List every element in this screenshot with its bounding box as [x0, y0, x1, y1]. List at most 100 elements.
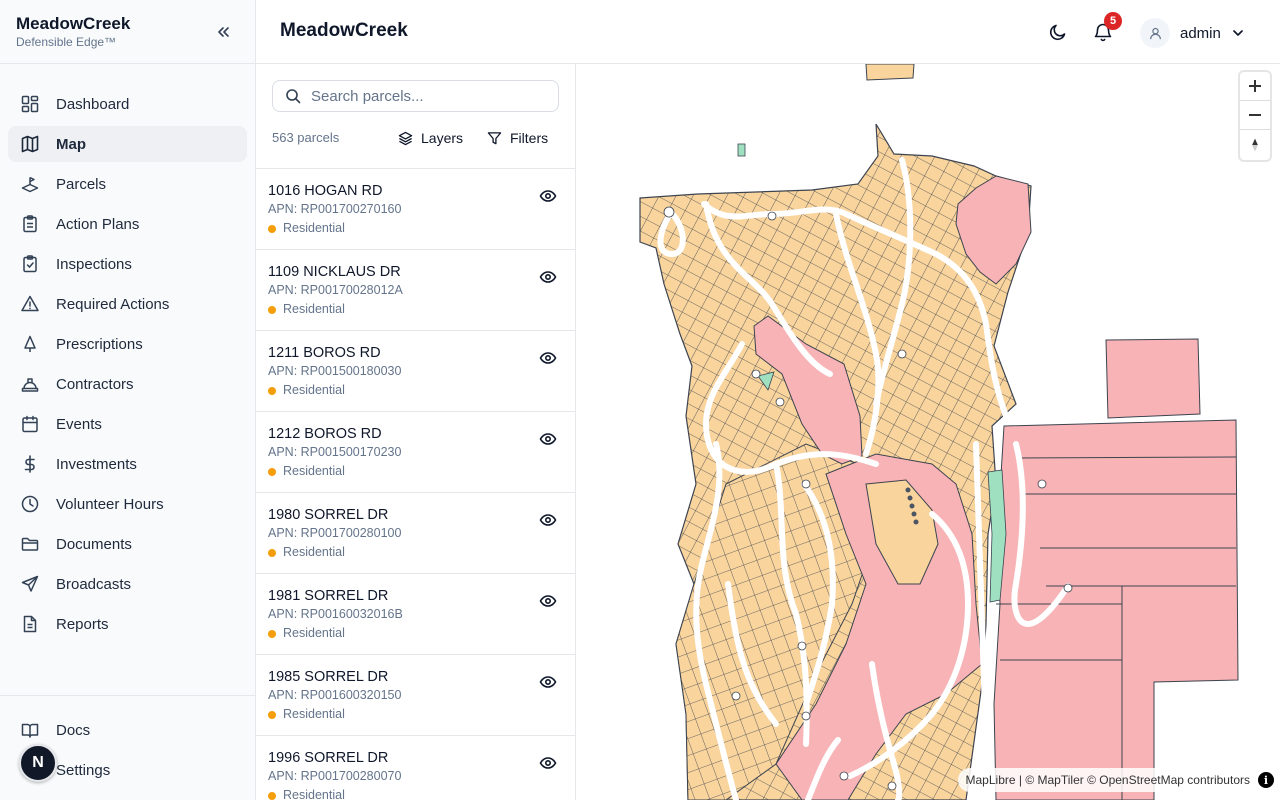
status-dot: [268, 305, 276, 314]
parcel-row[interactable]: 1016 HOGAN RD APN: RP001700270160 Reside…: [256, 169, 575, 250]
sidebar-item-prescriptions[interactable]: Prescriptions: [8, 326, 247, 362]
filters-label: Filters: [510, 130, 549, 146]
info-icon[interactable]: i: [1258, 772, 1274, 788]
parcel-shape[interactable]: [865, 64, 915, 81]
map-canvas[interactable]: [576, 64, 1280, 800]
sidebar-item-reports[interactable]: Reports: [8, 606, 247, 642]
parcel-type-label: Residential: [283, 707, 345, 721]
sidebar-item-parcels[interactable]: Parcels: [8, 166, 247, 202]
eye-icon[interactable]: [539, 511, 557, 529]
map-icon: [20, 134, 40, 154]
user-icon: [1140, 18, 1170, 48]
send-icon: [20, 574, 40, 594]
sidebar-item-events[interactable]: Events: [8, 406, 247, 442]
parcel-row[interactable]: 1212 BOROS RD APN: RP001500170230 Reside…: [256, 412, 575, 493]
parcel-type-label: Residential: [283, 383, 345, 397]
parcel-list: 1016 HOGAN RD APN: RP001700270160 Reside…: [256, 168, 575, 800]
sidebar-item-action-plans[interactable]: Action Plans: [8, 206, 247, 242]
brand-title: MeadowCreek: [16, 14, 131, 33]
parcel-row[interactable]: 1211 BOROS RD APN: RP001500180030 Reside…: [256, 331, 575, 412]
green-parcel[interactable]: [737, 143, 746, 157]
warning-icon: [20, 294, 40, 314]
sidebar-item-label: Contractors: [56, 375, 134, 393]
eye-icon[interactable]: [539, 349, 557, 367]
reset-north-button[interactable]: [1240, 130, 1270, 159]
zoom-out-button[interactable]: [1240, 101, 1270, 130]
eye-icon[interactable]: [539, 754, 557, 772]
sidebar-item-documents[interactable]: Documents: [8, 526, 247, 562]
eye-icon[interactable]: [539, 673, 557, 691]
dollar-icon: [20, 454, 40, 474]
sidebar-item-broadcasts[interactable]: Broadcasts: [8, 566, 247, 602]
theme-toggle-moon-icon[interactable]: [1048, 22, 1068, 42]
parcel-row[interactable]: 1981 SORREL DR APN: RP00160032016B Resid…: [256, 574, 575, 655]
parcel-map[interactable]: MapLibre | © MapTiler © OpenStreetMap co…: [576, 64, 1280, 800]
parcel-apn: APN: RP00160032016B: [268, 607, 403, 621]
common-area-parcel[interactable]: [993, 419, 1239, 800]
parcel-address: 1980 SORREL DR: [268, 507, 389, 523]
collapse-sidebar-icon[interactable]: [213, 22, 233, 42]
parcel-address: 1981 SORREL DR: [268, 588, 389, 604]
parcel-address: 1016 HOGAN RD: [268, 183, 383, 199]
filters-button[interactable]: Filters: [487, 128, 548, 148]
compass-icon: [1252, 138, 1258, 151]
sidebar-item-inspections[interactable]: Inspections: [8, 246, 247, 282]
map-zoom-controls: [1240, 72, 1270, 160]
parcel-apn: APN: RP001700280070: [268, 769, 402, 783]
report-icon: [20, 614, 40, 634]
parcel-row[interactable]: 1109 NICKLAUS DR APN: RP00170028012A Res…: [256, 250, 575, 331]
parcel-row[interactable]: 1980 SORREL DR APN: RP001700280100 Resid…: [256, 493, 575, 574]
parcel-type: Residential: [268, 464, 563, 479]
folder-icon: [20, 534, 40, 554]
eye-icon[interactable]: [539, 430, 557, 448]
sidebar-item-label: Dashboard: [56, 95, 130, 113]
sidebar-item-label: Events: [56, 415, 102, 433]
parcel-type: Residential: [268, 545, 563, 560]
parcel-count: 563 parcels: [272, 130, 340, 145]
eye-icon[interactable]: [539, 592, 557, 610]
zoom-in-button[interactable]: [1240, 72, 1270, 101]
common-area-parcel[interactable]: [1105, 338, 1201, 419]
layers-button[interactable]: Layers: [398, 128, 463, 148]
user-avatar-button[interactable]: N: [19, 744, 57, 782]
parcel-apn: APN: RP00170028012A: [268, 283, 403, 297]
sidebar: MeadowCreek Defensible Edge™ Dashboard M…: [0, 0, 256, 800]
eye-icon[interactable]: [539, 268, 557, 286]
eye-icon[interactable]: [539, 187, 557, 205]
sidebar-item-investments[interactable]: Investments: [8, 446, 247, 482]
sidebar-item-label: Inspections: [56, 255, 132, 273]
parcel-type-label: Residential: [283, 626, 345, 640]
sidebar-item-map[interactable]: Map: [8, 126, 247, 162]
sidebar-item-docs[interactable]: Docs: [8, 712, 247, 748]
user-menu[interactable]: admin: [1140, 18, 1245, 48]
status-dot: [268, 224, 276, 233]
clock-icon: [20, 494, 40, 514]
sidebar-item-dashboard[interactable]: Dashboard: [8, 86, 247, 122]
parcel-address: 1985 SORREL DR: [268, 669, 389, 685]
sidebar-item-label: Prescriptions: [56, 335, 143, 353]
page-title: MeadowCreek: [280, 20, 408, 41]
brand-subtitle: Defensible Edge™: [16, 35, 117, 49]
parcel-type-label: Residential: [283, 302, 345, 316]
status-dot: [268, 386, 276, 395]
sidebar-item-contractors[interactable]: Contractors: [8, 366, 247, 402]
parcel-apn: APN: RP001500180030: [268, 364, 402, 378]
tree-icon: [20, 334, 40, 354]
parcel-address: 1996 SORREL DR: [268, 750, 389, 766]
sidebar-item-label: Broadcasts: [56, 575, 132, 593]
sidebar-item-label: Volunteer Hours: [56, 495, 164, 513]
parcel-row[interactable]: 1996 SORREL DR APN: RP001700280070 Resid…: [256, 736, 575, 800]
parcel-apn: APN: RP001600320150: [268, 688, 402, 702]
search-box[interactable]: [272, 80, 559, 112]
status-dot: [268, 710, 276, 719]
sidebar-item-label: Required Actions: [56, 295, 170, 313]
header: MeadowCreek 5 admin: [256, 0, 1280, 64]
parcel-address: 1212 BOROS RD: [268, 426, 382, 442]
parcel-type: Residential: [268, 302, 563, 317]
sidebar-item-label: Action Plans: [56, 215, 140, 233]
parcel-list-panel: 563 parcels Layers Filters 1016 HOGAN RD…: [256, 64, 576, 800]
search-input[interactable]: [311, 87, 541, 105]
parcel-row[interactable]: 1985 SORREL DR APN: RP001600320150 Resid…: [256, 655, 575, 736]
sidebar-item-required-actions[interactable]: Required Actions: [8, 286, 247, 322]
sidebar-item-volunteer-hours[interactable]: Volunteer Hours: [8, 486, 247, 522]
